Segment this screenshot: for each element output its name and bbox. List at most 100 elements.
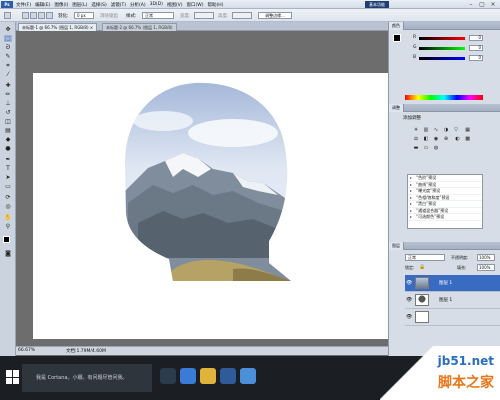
shape-tool-icon[interactable]: ▭ — [4, 183, 12, 190]
gradient-map-icon[interactable]: ▭ — [422, 145, 430, 152]
3d-rotate-tool-icon[interactable]: ⟳ — [4, 194, 12, 201]
zoom-tool-icon[interactable]: ⚲ — [4, 223, 12, 230]
add-selection-icon[interactable] — [30, 12, 37, 19]
feather-input[interactable]: 0 px — [74, 12, 94, 19]
tab-document-2[interactable]: 未标题-2 @ 66.7% (图层 1, RGB/8) — [102, 23, 177, 31]
cortana-search[interactable]: 我是 Cortana。小娜。有问题尽管问我。 — [22, 364, 152, 392]
menu-item-layer[interactable]: 图层(L) — [72, 2, 87, 8]
zoom-level[interactable]: 66.67% — [18, 348, 35, 353]
clone-stamp-tool-icon[interactable]: ⊥ — [4, 100, 12, 107]
eye-icon[interactable]: 👁 — [406, 280, 412, 286]
fill-input[interactable]: 100% — [477, 264, 495, 271]
menu-item-3d[interactable]: 3D(D) — [150, 2, 163, 7]
tab-layers[interactable]: 图层 — [389, 242, 404, 250]
tab-document-1[interactable]: 未标题-1 @ 66.7% (图层 1, RGB/8) × — [18, 23, 98, 31]
color-balance-icon[interactable]: ⚖ — [412, 136, 420, 143]
layer-row[interactable]: 👁 — [405, 309, 500, 326]
opacity-input[interactable]: 100% — [477, 254, 495, 261]
channel-mixer-icon[interactable]: ⊕ — [442, 136, 450, 143]
eye-icon[interactable]: 👁 — [406, 297, 412, 303]
lock-icon[interactable]: 🔒 — [419, 264, 425, 270]
gradient-tool-icon[interactable]: ▤ — [4, 127, 12, 134]
blue-value[interactable]: 0 — [469, 55, 483, 61]
green-value[interactable]: 0 — [469, 45, 483, 51]
vibrance-icon[interactable]: ▽ — [452, 127, 460, 134]
layer-name[interactable]: 图层 1 — [439, 280, 452, 286]
menu-item-view[interactable]: 视图(V) — [167, 2, 183, 8]
menu-item-help[interactable]: 帮助(H) — [207, 2, 223, 8]
menu-item-file[interactable]: 文件(F) — [16, 2, 31, 8]
hue-saturation-icon[interactable]: ▦ — [464, 127, 472, 134]
antialias-label[interactable]: 消除锯齿 — [100, 13, 118, 19]
hand-tool-icon[interactable]: ✋ — [4, 214, 12, 221]
menu-item-select[interactable]: 选择(S) — [91, 2, 106, 8]
foreground-color-swatch[interactable] — [3, 236, 10, 243]
file-explorer-icon[interactable] — [200, 368, 216, 384]
menu-item-filter[interactable]: 滤镜(T) — [111, 2, 126, 8]
brightness-icon[interactable]: ☀ — [412, 127, 420, 134]
posterize-icon[interactable]: ▩ — [464, 136, 472, 143]
blend-mode-select[interactable]: 正常 — [405, 254, 445, 261]
eraser-tool-icon[interactable]: ◫ — [4, 118, 12, 125]
layer-row[interactable]: 👁 图层 1 — [405, 292, 500, 309]
lasso-tool-icon[interactable]: ᘐ — [4, 44, 12, 51]
menu-item-analysis[interactable]: 分析(A) — [130, 2, 146, 8]
quick-select-tool-icon[interactable]: ✎ — [4, 53, 12, 60]
menu-item-window[interactable]: 窗口(W) — [186, 2, 203, 8]
layer-name[interactable]: 图层 1 — [439, 297, 452, 303]
blur-tool-icon[interactable]: ◆ — [4, 136, 12, 143]
history-brush-tool-icon[interactable]: ↺ — [4, 109, 12, 116]
green-slider[interactable]: G 0 — [413, 45, 483, 51]
workspace-switcher[interactable]: 基本功能 — [365, 1, 389, 8]
refine-edge-button[interactable]: 调整边缘... — [258, 12, 292, 19]
crop-tool-icon[interactable]: ⌗ — [4, 62, 12, 69]
width-input[interactable] — [194, 12, 214, 19]
marquee-tool-icon[interactable] — [4, 12, 11, 19]
black-white-icon[interactable]: ◧ — [422, 136, 430, 143]
blue-slider[interactable]: B 0 — [413, 55, 483, 61]
layer-row[interactable]: 👁 图层 1 — [405, 275, 500, 292]
maximize-icon[interactable]: ▢ — [477, 1, 487, 8]
close-icon[interactable]: × — [488, 1, 498, 8]
menu-item-edit[interactable]: 编辑(E) — [35, 2, 50, 8]
subtract-selection-icon[interactable] — [38, 12, 45, 19]
intersect-selection-icon[interactable] — [46, 12, 53, 19]
eyedropper-tool-icon[interactable]: ⁄ — [4, 71, 12, 78]
browser-icon[interactable] — [240, 368, 256, 384]
path-selection-tool-icon[interactable]: ➤ — [4, 174, 12, 181]
3d-orbit-tool-icon[interactable]: ◎ — [4, 203, 12, 210]
move-tool-icon[interactable]: ✥ — [4, 26, 12, 33]
style-select[interactable]: 正常 — [142, 12, 174, 19]
brush-tool-icon[interactable]: ✏ — [4, 91, 12, 98]
curves-icon[interactable]: ∿ — [432, 127, 440, 134]
tab-adjustments[interactable]: 调整 — [389, 104, 404, 112]
eye-icon[interactable]: 👁 — [406, 314, 412, 320]
canvas[interactable] — [33, 73, 388, 339]
marquee-tool-icon[interactable]: ⬚ — [4, 35, 12, 42]
type-tool-icon[interactable]: T — [4, 165, 12, 172]
pen-tool-icon[interactable]: ✒ — [4, 156, 12, 163]
menu-item-image[interactable]: 图像(I) — [54, 2, 68, 8]
threshold-icon[interactable]: ▬ — [412, 145, 420, 152]
foreground-color-swatch[interactable] — [393, 34, 401, 42]
levels-icon[interactable]: ▥ — [422, 127, 430, 134]
new-selection-icon[interactable] — [22, 12, 29, 19]
quick-mask-icon[interactable]: ◙ — [4, 250, 12, 257]
photo-filter-icon[interactable]: ◉ — [432, 136, 440, 143]
color-spectrum[interactable] — [405, 95, 483, 100]
healing-brush-tool-icon[interactable]: ✚ — [4, 82, 12, 89]
height-input[interactable] — [232, 12, 252, 19]
edge-icon[interactable] — [180, 368, 196, 384]
invert-icon[interactable]: ◐ — [454, 136, 462, 143]
task-view-icon[interactable] — [160, 368, 176, 384]
selective-color-icon[interactable]: ◍ — [432, 145, 440, 152]
tab-color[interactable]: 颜色 — [389, 22, 404, 30]
preset-selective-color[interactable]: “可选颜色”预设 — [408, 214, 482, 221]
dodge-tool-icon[interactable]: ● — [4, 145, 12, 152]
minimize-icon[interactable]: – — [466, 1, 476, 8]
photoshop-taskbar-icon[interactable] — [220, 368, 236, 384]
red-value[interactable]: 0 — [469, 35, 483, 41]
start-button[interactable] — [6, 370, 20, 384]
red-slider[interactable]: R 0 — [413, 35, 483, 41]
exposure-icon[interactable]: ◑ — [442, 127, 450, 134]
